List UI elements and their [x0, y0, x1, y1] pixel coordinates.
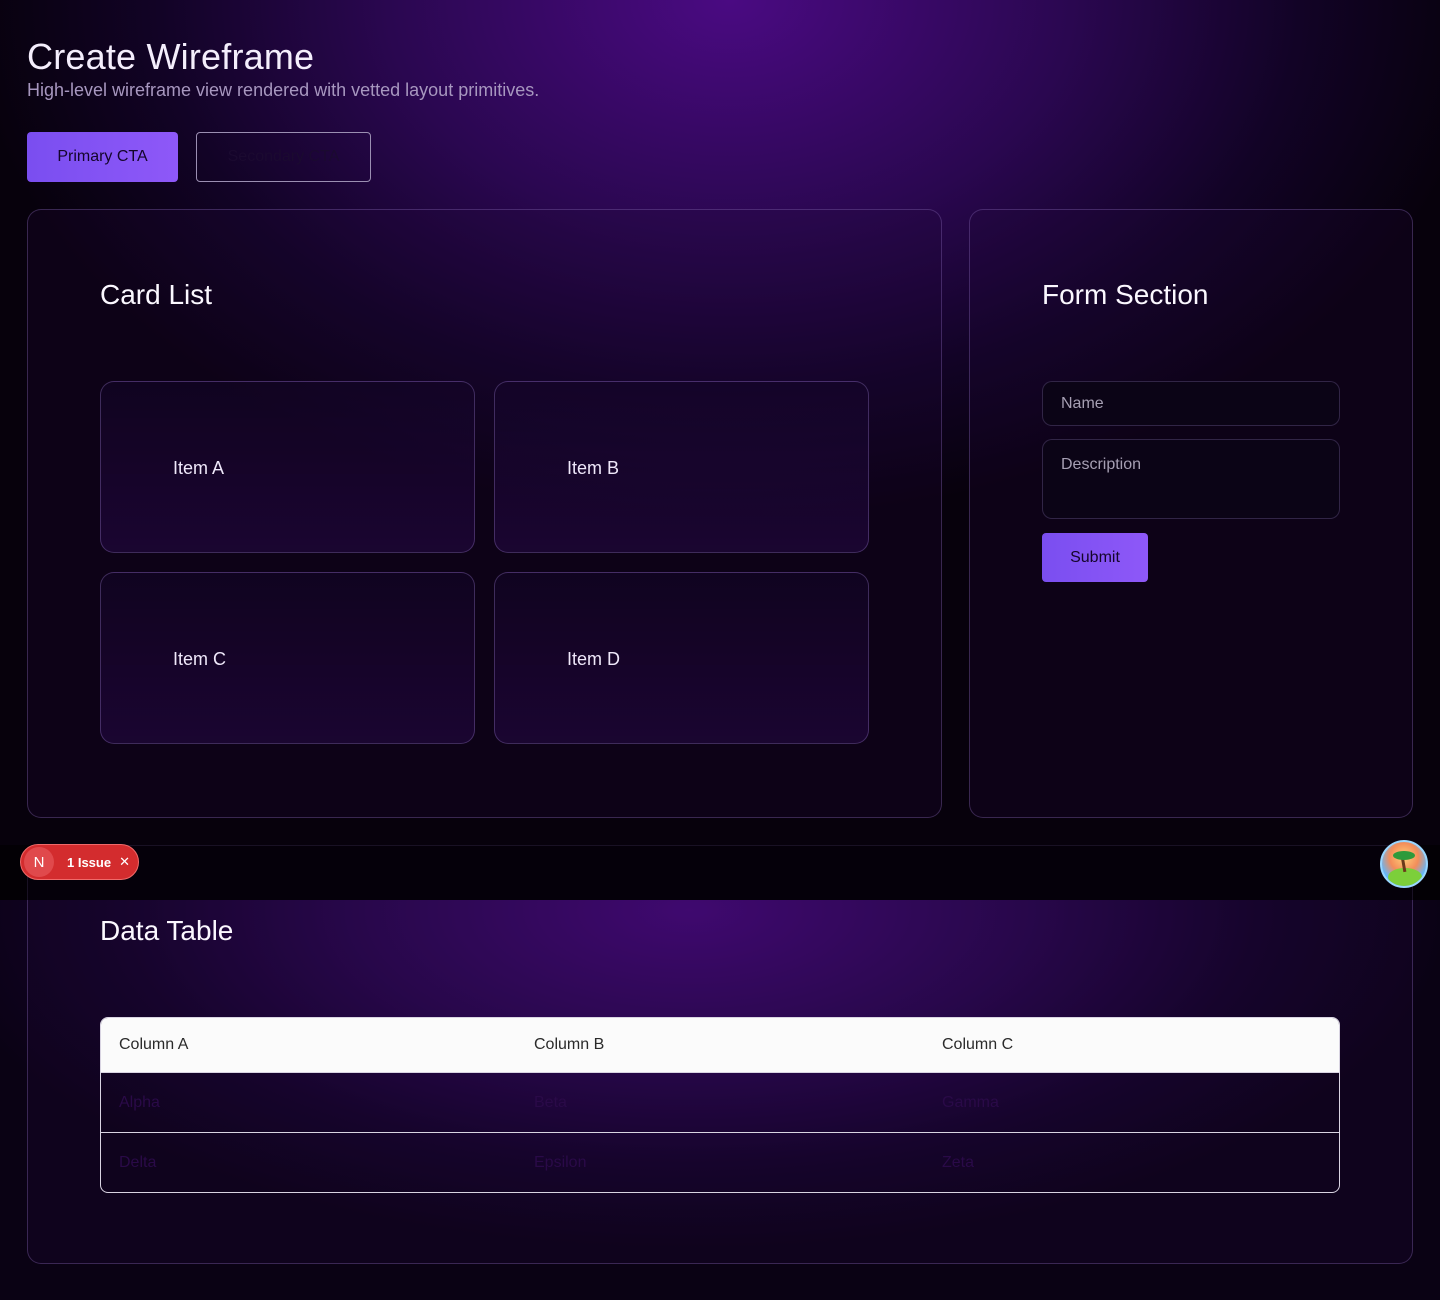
table-cell: Epsilon: [516, 1132, 924, 1192]
form-section-heading: Form Section: [1042, 279, 1209, 310]
card-item-a[interactable]: Item A: [100, 381, 475, 553]
page-subtitle: High-level wireframe view rendered with …: [27, 80, 540, 100]
table-cell: Beta: [516, 1072, 924, 1132]
card-item-b[interactable]: Item B: [494, 381, 869, 553]
card-item-c[interactable]: Item C: [100, 572, 475, 744]
dev-overlay-band: [0, 845, 1440, 900]
description-textarea[interactable]: [1042, 439, 1340, 519]
avatar[interactable]: [1380, 840, 1428, 888]
close-icon[interactable]: ✕: [119, 854, 130, 870]
issue-count-label: 1 Issue: [67, 854, 112, 870]
primary-cta-button[interactable]: Primary CTA: [27, 132, 178, 182]
card-label: Item D: [567, 649, 621, 669]
table-cell: Gamma: [924, 1072, 1339, 1132]
data-table-heading: Data Table: [100, 915, 234, 946]
table-header-row: Column A Column B Column C: [101, 1018, 1339, 1072]
page-title: Create Wireframe: [27, 36, 315, 77]
card-label: Item C: [173, 649, 227, 669]
table-cell: Zeta: [924, 1132, 1339, 1192]
issues-badge[interactable]: N 1 Issue ✕: [20, 844, 139, 880]
card-list-heading: Card List: [100, 279, 213, 310]
table-cell: Delta: [101, 1132, 516, 1192]
column-header[interactable]: Column C: [924, 1018, 1339, 1072]
column-header[interactable]: Column B: [516, 1018, 924, 1072]
card-label: Item A: [173, 458, 225, 478]
palm-leaf-icon: [1393, 851, 1415, 860]
card-label: Item B: [567, 458, 620, 478]
table-row[interactable]: Alpha Beta Gamma: [101, 1072, 1339, 1132]
table-row[interactable]: Delta Epsilon Zeta: [101, 1132, 1339, 1192]
name-input[interactable]: [1042, 381, 1340, 426]
column-header[interactable]: Column A: [101, 1018, 516, 1072]
submit-button[interactable]: Submit: [1042, 533, 1148, 582]
card-item-d[interactable]: Item D: [494, 572, 869, 744]
data-table: Column A Column B Column C Alpha Beta Ga…: [100, 1017, 1340, 1193]
framework-logo-icon: N: [24, 847, 54, 877]
secondary-cta-button[interactable]: Secondary CTA: [196, 132, 371, 182]
table-cell: Alpha: [101, 1072, 516, 1132]
